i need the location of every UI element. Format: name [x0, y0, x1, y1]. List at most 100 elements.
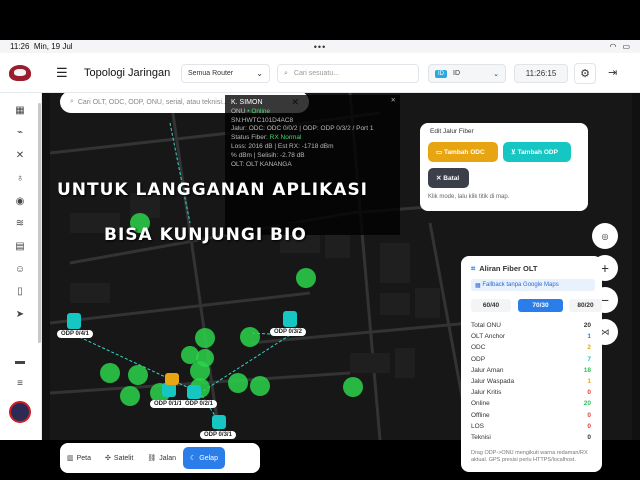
road-icon: ⛓ — [147, 455, 157, 462]
tab-satelit[interactable]: ✣ Satelit — [98, 447, 140, 469]
gear-icon: ⚙ — [580, 68, 590, 80]
chart-icon[interactable]: ⌁ — [13, 126, 27, 140]
onu-node[interactable] — [343, 377, 363, 397]
tools-icon[interactable]: ✕ — [13, 149, 27, 163]
stat-value: 18 — [583, 366, 591, 374]
odp-marker[interactable] — [162, 383, 176, 397]
server-icon[interactable]: ▬ — [13, 355, 27, 369]
popup-line: Jalur: ODC: ODC 0/0/2 | ODP: ODP 0/3/2 /… — [231, 125, 374, 133]
stat-value: 20 — [583, 322, 591, 329]
stethoscope-icon[interactable]: ♁ — [13, 172, 27, 186]
tab-peta[interactable]: ▥ Peta — [60, 447, 98, 469]
tab-ratio-60-40[interactable]: 60/40 — [471, 299, 511, 312]
stat-value: 2 — [587, 344, 591, 352]
sidebar: ▦ ⌁ ✕ ♁ ◉ ≋ ▤ ☺ ▯ ➤ ▬ ≡ — [0, 93, 42, 440]
send-icon[interactable]: ➤ — [13, 308, 27, 322]
odp-label[interactable]: ODP 0/3/1 — [200, 431, 236, 439]
billing-icon[interactable]: ▤ — [13, 240, 27, 254]
popup-line: % dBm | Selisih: -2.78 dB — [231, 151, 305, 159]
odp-label[interactable]: ODP 0/3/2 — [270, 328, 306, 336]
locate-icon[interactable]: ◎ — [592, 223, 618, 249]
stat-value: 7 — [587, 355, 591, 363]
stat-label: Jalur Waspada — [471, 378, 515, 385]
odp-label[interactable]: ODP 0/4/1 — [57, 330, 93, 338]
search-input[interactable]: ⌕ Cari sesuatu... — [277, 64, 419, 83]
stat-label: LOS — [471, 422, 485, 430]
stat-row: Total ONU 20 — [471, 322, 611, 329]
onu-node[interactable] — [181, 346, 199, 364]
onu-node[interactable] — [296, 268, 316, 288]
user-settings-icon[interactable]: ◉ — [13, 195, 27, 209]
status-icons: ◠ ▭ — [609, 42, 630, 51]
top-bar: ☰ Topologi Jaringan Semua Router ⌄ ⌕ Car… — [0, 53, 640, 93]
odp-marker[interactable] — [283, 311, 297, 327]
odc-marker[interactable] — [165, 373, 179, 385]
router-select[interactable]: Semua Router ⌄ — [181, 64, 270, 83]
wifi-icon: ◠ — [609, 42, 617, 51]
flag-badge: ID — [435, 69, 447, 78]
popup-line: SN:HWTC101D4AC8 — [231, 116, 294, 124]
stat-row: ODC 2 — [471, 344, 611, 351]
odp-icon: ⊻ — [511, 149, 518, 156]
stat-row: Jalur Aman 18 — [471, 367, 611, 374]
edit-hint: Klik mode, lalu klik titik di map. — [428, 194, 510, 200]
users-icon[interactable]: ☺ — [13, 263, 27, 277]
stat-label: Teknisi — [471, 434, 491, 441]
app-logo — [0, 53, 40, 93]
close-icon: ✕ — [436, 175, 444, 182]
stat-label: ODP — [471, 355, 486, 363]
document-icon[interactable]: ▯ — [13, 285, 27, 299]
map-icon: ▥ — [67, 455, 74, 462]
onu-node[interactable] — [120, 386, 140, 406]
router-select-value: Semua Router — [188, 70, 234, 77]
map-icon: ▦ — [475, 282, 483, 289]
status-time: 11:26 — [10, 42, 30, 51]
odp-label[interactable]: ODP 0/2/1 — [181, 400, 217, 408]
settings-button[interactable]: ⚙ — [574, 63, 596, 84]
onu-node[interactable] — [240, 327, 260, 347]
onu-node[interactable] — [250, 376, 270, 396]
stat-label: OLT Anchor — [471, 333, 506, 341]
page-title: Topologi Jaringan — [84, 66, 171, 79]
odp-marker[interactable] — [187, 385, 201, 399]
status-date: Min, 19 Jul — [33, 42, 73, 51]
stat-value: 20 — [583, 400, 591, 408]
panel-footer: Drag ODP->ONU mengikuti warna redaman/RX… — [471, 450, 588, 463]
add-odp-button[interactable]: ⊻ Tambah ODP — [503, 142, 571, 162]
fiber-flow-panel: ⌗ Aliran Fiber OLT ▦ Fallback tanpa Googl… — [461, 256, 602, 472]
tab-ratio-80-20[interactable]: 80/20 — [569, 299, 602, 312]
device-frame: 11:26 Min, 19 Jul ••• ◠ ▭ ☰ Topologi Jar… — [0, 0, 640, 480]
stat-row: LOS 0 — [471, 423, 611, 430]
logout-icon[interactable]: ⇥ — [608, 66, 617, 79]
storage-icon[interactable]: ≡ — [13, 377, 27, 391]
multitask-dots-icon[interactable]: ••• — [314, 42, 326, 52]
menu-icon[interactable]: ☰ — [56, 65, 78, 81]
close-popup-icon[interactable]: ✕ — [391, 97, 396, 106]
stat-row: Teknisi 0 — [471, 434, 611, 441]
onu-node[interactable] — [100, 363, 120, 383]
stat-label: Jalur Aman — [471, 366, 504, 374]
language-value: ID — [453, 70, 460, 77]
grid-icon[interactable]: ▦ — [13, 104, 27, 118]
satellite-icon: ✣ — [105, 455, 111, 462]
onu-node[interactable] — [228, 373, 248, 393]
tab-ratio-70-30[interactable]: 70/30 — [518, 299, 563, 312]
onu-node[interactable] — [128, 365, 148, 385]
app-screen: 11:26 Min, 19 Jul ••• ◠ ▭ ☰ Topologi Jar… — [0, 40, 640, 473]
odp-marker[interactable] — [212, 415, 226, 429]
onu-node[interactable] — [195, 328, 215, 348]
popup-line: Status Fiber: RX Normal — [231, 134, 302, 142]
avatar[interactable] — [9, 401, 31, 423]
route-icon: ⌗ — [471, 264, 476, 273]
add-odc-button[interactable]: ▭ Tambah ODC — [428, 142, 498, 162]
odc-icon: ▭ — [436, 149, 444, 156]
sidebar-scrollbar[interactable] — [38, 103, 41, 343]
search-icon: ⌕ — [70, 98, 78, 105]
stat-row: Offline 0 — [471, 412, 611, 419]
cancel-button[interactable]: ✕ Batal — [428, 168, 469, 188]
tab-gelap[interactable]: ☾ Gelap — [183, 447, 225, 469]
language-select[interactable]: ID ID ⌄ — [428, 64, 506, 83]
odp-marker[interactable] — [67, 313, 81, 329]
tab-jalan[interactable]: ⛓ Jalan — [140, 447, 183, 469]
wifi-icon[interactable]: ≋ — [13, 217, 27, 231]
